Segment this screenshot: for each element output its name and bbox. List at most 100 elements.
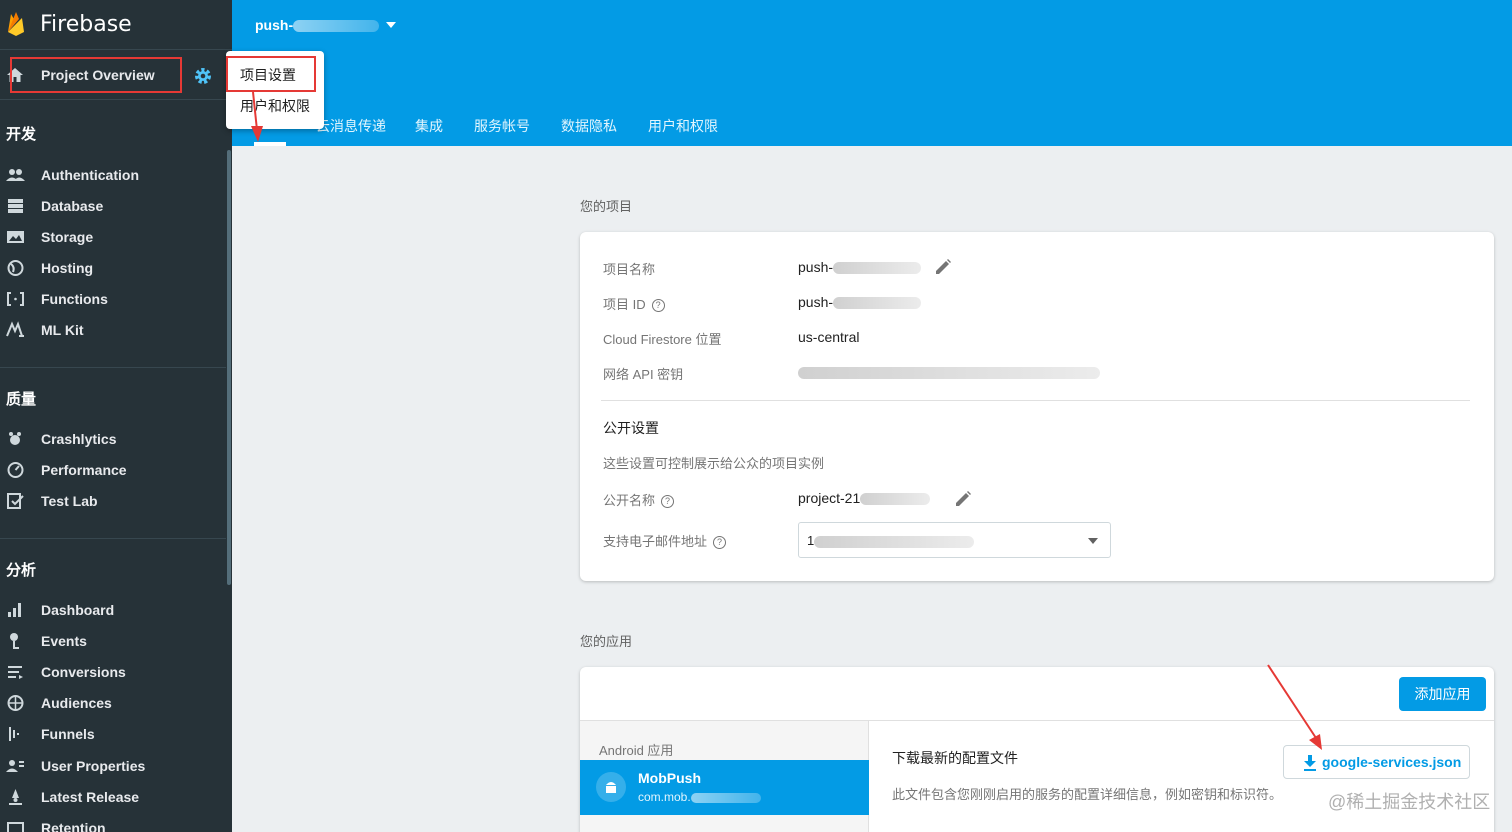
download-config-desc: 此文件包含您刚刚启用的服务的配置详细信息，例如密钥和标识符。 [892, 787, 1283, 802]
sidebar-item-label: Performance [41, 462, 127, 478]
public-settings-title: 公开设置 [603, 420, 659, 436]
download-config-title: 下载最新的配置文件 [892, 750, 1018, 766]
menu-item-users-permissions[interactable]: 用户和权限 [240, 96, 310, 116]
brand-name: Firebase [40, 12, 132, 37]
sidebar-item-label: ML Kit [41, 322, 84, 338]
public-name-label: 公开名称? [603, 490, 675, 509]
sidebar-item-label: Test Lab [41, 493, 98, 509]
funnels-icon [9, 727, 19, 741]
help-icon: ? [713, 536, 727, 550]
sidebar-item-performance[interactable]: Performance [0, 455, 226, 485]
top-header: push- 云消息传递 集成 服务帐号 数据隐私 用户和权限 [232, 0, 1512, 146]
download-google-services-button[interactable]: google-services.json [1283, 745, 1470, 779]
your-apps-label: 您的应用 [580, 634, 633, 649]
sidebar-item-funnels[interactable]: Funnels [0, 719, 226, 749]
sidebar-item-label: User Properties [41, 758, 146, 774]
performance-icon [7, 462, 24, 478]
firebase-logo-icon [8, 12, 24, 36]
sidebar-item-storage[interactable]: Storage [0, 222, 226, 252]
sidebar-item-conversions[interactable]: Conversions [0, 657, 226, 687]
sidebar-item-label: Functions [41, 291, 108, 307]
sidebar-item-authentication[interactable]: Authentication [0, 160, 226, 190]
help-icon: ? [651, 299, 665, 313]
sidebar-item-events[interactable]: Events [0, 626, 226, 656]
active-tab-indicator [254, 142, 286, 146]
testlab-icon [7, 493, 24, 509]
functions-icon [7, 292, 24, 306]
tab-data-privacy[interactable]: 数据隐私 [561, 116, 617, 136]
section-divider [0, 367, 226, 368]
project-name-value: push- [798, 259, 922, 275]
firebase-brand[interactable]: Firebase [0, 0, 232, 50]
user-properties-icon [6, 760, 24, 772]
sidebar-item-database[interactable]: Database [0, 191, 226, 221]
public-settings-desc: 这些设置可控制展示给公众的项目实例 [603, 456, 825, 471]
sidebar-item-label: Hosting [41, 260, 94, 276]
sidebar-item-label: Database [41, 198, 104, 214]
bar-chart-icon [8, 603, 21, 617]
web-api-key-label: 网络 API 密钥 [603, 367, 684, 382]
annotation-box [10, 57, 182, 93]
sidebar-item-label: Funnels [41, 726, 95, 742]
annotation-box [226, 56, 316, 92]
sidebar-item-label: Latest Release [41, 789, 140, 805]
sidebar-item-label: Storage [41, 229, 94, 245]
sidebar-item-user-properties[interactable]: User Properties [0, 751, 226, 781]
project-selector[interactable]: push- [255, 17, 380, 33]
support-email-label: 支持电子邮件地址? [603, 531, 727, 550]
section-title-develop: 开发 [6, 126, 37, 143]
card-divider [601, 400, 1470, 401]
project-id-label: 项目 ID? [603, 294, 665, 313]
retention-icon [7, 822, 24, 832]
app-name: MobPush [638, 770, 701, 786]
sidebar-item-label: Audiences [41, 695, 112, 711]
sidebar-item-label: Authentication [41, 167, 139, 183]
firestore-location-label: Cloud Firestore 位置 [603, 332, 722, 347]
section-title-quality: 质量 [6, 391, 37, 408]
support-email-select[interactable]: 1 [798, 522, 1111, 558]
events-icon [10, 633, 19, 649]
latest-release-icon [9, 789, 22, 805]
sidebar-item-dashboard[interactable]: Dashboard [0, 595, 226, 625]
mlkit-icon [6, 321, 24, 337]
sidebar-item-retention[interactable]: Retention [0, 813, 226, 832]
download-button-label: google-services.json [1322, 754, 1462, 770]
storage-icon [7, 231, 24, 243]
redacted-text [293, 20, 380, 33]
gear-icon[interactable] [193, 66, 213, 86]
sidebar-scrollbar[interactable] [227, 150, 231, 585]
tab-integrations[interactable]: 集成 [415, 116, 443, 136]
web-api-key-value [798, 364, 1100, 380]
sidebar-item-audiences[interactable]: Audiences [0, 688, 226, 718]
project-name: push- [255, 17, 294, 33]
tab-cloud-messaging[interactable]: 云消息传递 [316, 116, 386, 136]
tab-users-permissions[interactable]: 用户和权限 [648, 116, 718, 136]
project-name-label: 项目名称 [603, 262, 656, 277]
tab-service-accounts[interactable]: 服务帐号 [474, 116, 530, 136]
add-app-button[interactable]: 添加应用 [1399, 677, 1486, 711]
watermark: @稀土掘金技术社区 [1328, 792, 1491, 812]
your-project-label: 您的项目 [580, 199, 633, 214]
chevron-down-icon[interactable] [386, 22, 396, 28]
sidebar-item-crashlytics[interactable]: Crashlytics [0, 424, 226, 454]
sidebar-item-mlkit[interactable]: ML Kit [0, 315, 226, 345]
conversions-icon [8, 666, 23, 679]
download-icon [1304, 755, 1316, 771]
edit-icon[interactable] [954, 490, 972, 508]
audiences-icon [7, 695, 24, 711]
sidebar-item-functions[interactable]: Functions [0, 284, 226, 314]
sidebar-item-hosting[interactable]: Hosting [0, 253, 226, 283]
platform-label: Android 应用 [599, 743, 674, 758]
section-title-analytics: 分析 [6, 562, 37, 579]
people-icon [6, 169, 25, 181]
support-email-value: 1 [807, 533, 975, 548]
sidebar-item-testlab[interactable]: Test Lab [0, 486, 226, 516]
edit-icon[interactable] [934, 258, 952, 276]
public-name-value: project-21 [798, 490, 931, 506]
sidebar-item-label: Crashlytics [41, 431, 117, 447]
sidebar-item-label: Conversions [41, 664, 126, 680]
globe-icon [7, 260, 24, 276]
sidebar-item-latest-release[interactable]: Latest Release [0, 782, 226, 812]
firestore-location-value: us-central [798, 329, 860, 345]
app-list-item[interactable]: MobPush com.mob. [580, 760, 869, 815]
